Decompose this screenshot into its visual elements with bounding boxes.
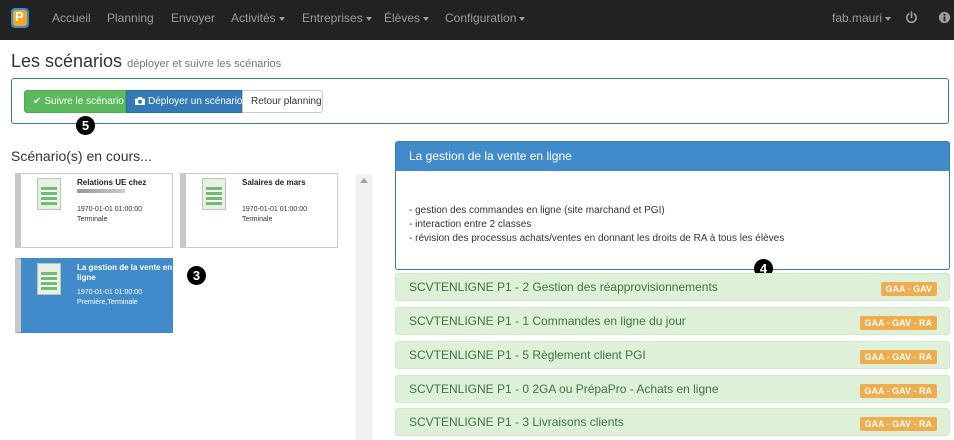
- deploy-scenario-button[interactable]: Déployer un scénario: [126, 90, 243, 113]
- app-logo[interactable]: P: [11, 8, 29, 28]
- scenario-card-level: Terminale: [77, 216, 108, 223]
- navbar: P Accueil Planning Envoyer Activités Ent…: [0, 0, 954, 40]
- nav-configuration-label: Configuration: [445, 11, 517, 25]
- scenario-card-title: La gestion de la vente en ligne: [77, 263, 173, 282]
- page-title: Les scénarios déployer et suivre les scé…: [11, 51, 281, 72]
- check-icon: ✔: [33, 96, 42, 107]
- step-label: SCVTENLIGNE P1 - 1 Commandes en ligne du…: [409, 314, 686, 328]
- scenario-detail-line: - interaction entre 2 classes: [409, 219, 532, 230]
- step-badge: GAA - GAV - RA: [859, 316, 937, 330]
- scenarios-section-title: Scénario(s) en cours...: [11, 148, 152, 164]
- nav-accueil[interactable]: Accueil: [52, 0, 91, 40]
- chevron-down-icon: [519, 16, 526, 21]
- toolbar: ✔ Suivre le scénario Déployer un scénario…: [11, 78, 949, 124]
- step-label: SCVTENLIGNE P1 - 2 Gestion des réapprovi…: [409, 280, 718, 294]
- chevron-down-icon: [365, 16, 372, 21]
- step-label: SCVTENLIGNE P1 - 5 Règlement client PGI: [409, 348, 646, 362]
- chevron-down-icon: [278, 16, 285, 21]
- scenario-card-level: Terminale: [242, 216, 273, 223]
- annotation-marker-5: 5: [76, 116, 95, 135]
- follow-scenario-button[interactable]: ✔ Suivre le scénario: [24, 90, 126, 113]
- power-icon[interactable]: [905, 11, 918, 24]
- spreadsheet-icon: [37, 263, 61, 295]
- scenario-detail-line: - gestion des commandes en ligne (site m…: [409, 205, 665, 216]
- scenario-card[interactable]: Relations UE chez 1970-01-01 01:00:00 Te…: [15, 173, 173, 248]
- page-title-text: Les scénarios: [11, 51, 123, 71]
- step-item[interactable]: SCVTENLIGNE P1 - 0 2GA ou PrépaPro - Ach…: [395, 375, 950, 403]
- camera-icon: [135, 91, 145, 112]
- chevron-down-icon: [885, 16, 892, 21]
- step-label: SCVTENLIGNE P1 - 3 Livraisons clients: [409, 415, 624, 429]
- nav-entreprises-label: Entreprises: [302, 11, 363, 25]
- page-subtitle: déployer et suivre les scénarios: [127, 58, 282, 70]
- annotation-marker-3: 3: [187, 266, 206, 285]
- nav-accueil-label: Accueil: [52, 11, 91, 25]
- step-item[interactable]: SCVTENLIGNE P1 - 5 Règlement client PGI …: [395, 341, 950, 369]
- user-name: fab.mauri: [832, 11, 883, 25]
- scenario-list: Relations UE chez 1970-01-01 01:00:00 Te…: [15, 173, 372, 440]
- nav-entreprises[interactable]: Entreprises: [302, 0, 372, 40]
- nav-eleves[interactable]: Élèves: [384, 0, 430, 40]
- back-planning-button[interactable]: Retour planning: [242, 90, 323, 113]
- spreadsheet-icon: [202, 178, 226, 210]
- scenario-detail-panel: La gestion de la vente en ligne - gestio…: [395, 141, 950, 270]
- nav-configuration[interactable]: Configuration: [445, 0, 526, 40]
- user-menu[interactable]: fab.mauri: [832, 0, 892, 40]
- scenario-card-title: Salaires de mars: [242, 178, 306, 187]
- step-item[interactable]: SCVTENLIGNE P1 - 3 Livraisons clients GA…: [395, 408, 950, 436]
- scenario-card[interactable]: Salaires de mars 1970-01-01 01:00:00 Ter…: [180, 173, 338, 248]
- logo-letter: P: [15, 9, 24, 24]
- scenario-card-active[interactable]: La gestion de la vente en ligne 1970-01-…: [15, 258, 173, 333]
- step-badge: GAA - GAV - RA: [859, 384, 937, 398]
- nav-planning-label: Planning: [107, 11, 154, 25]
- step-item[interactable]: SCVTENLIGNE P1 - 1 Commandes en ligne du…: [395, 307, 950, 335]
- chevron-down-icon: [423, 16, 430, 21]
- scenario-detail-line: - révision des processus achats/ventes e…: [409, 233, 785, 244]
- scenario-detail-title: La gestion de la vente en ligne: [396, 142, 949, 171]
- scenario-card-date: 1970-01-01 01:00:00: [77, 206, 142, 213]
- scenario-card-level: Première,Terminale: [77, 299, 138, 306]
- step-badge: GAA - GAV - RA: [859, 417, 937, 431]
- scenario-detail-body: - gestion des commandes en ligne (site m…: [396, 171, 949, 246]
- nav-planning[interactable]: Planning: [107, 0, 154, 40]
- nav-envoyer-label: Envoyer: [171, 11, 216, 25]
- scenario-card-title: Relations UE chez: [77, 178, 147, 187]
- spreadsheet-icon: [37, 178, 61, 210]
- nav-activites-label: Activités: [231, 11, 276, 25]
- step-badge: GAA - GAV - RA: [859, 350, 937, 364]
- nav-activites[interactable]: Activités: [231, 0, 285, 40]
- scenario-list-scrollbar[interactable]: [356, 174, 372, 440]
- info-icon[interactable]: [938, 11, 951, 24]
- step-label: SCVTENLIGNE P1 - 0 2GA ou PrépaPro - Ach…: [409, 382, 719, 396]
- scenario-card-progress: [77, 189, 125, 193]
- deploy-scenario-label: Déployer un scénario: [148, 96, 243, 107]
- scenario-card-date: 1970-01-01 01:00:00: [242, 206, 307, 213]
- step-badge: GAA - GAV: [880, 282, 937, 296]
- scroll-up-icon[interactable]: [360, 178, 368, 183]
- scenario-card-date: 1970-01-01 01:00:00: [77, 289, 142, 296]
- step-item[interactable]: SCVTENLIGNE P1 - 2 Gestion des réapprovi…: [395, 273, 950, 301]
- back-planning-label: Retour planning: [251, 96, 322, 107]
- nav-envoyer[interactable]: Envoyer: [171, 0, 215, 40]
- nav-eleves-label: Élèves: [384, 11, 421, 25]
- follow-scenario-label: Suivre le scénario: [44, 96, 124, 107]
